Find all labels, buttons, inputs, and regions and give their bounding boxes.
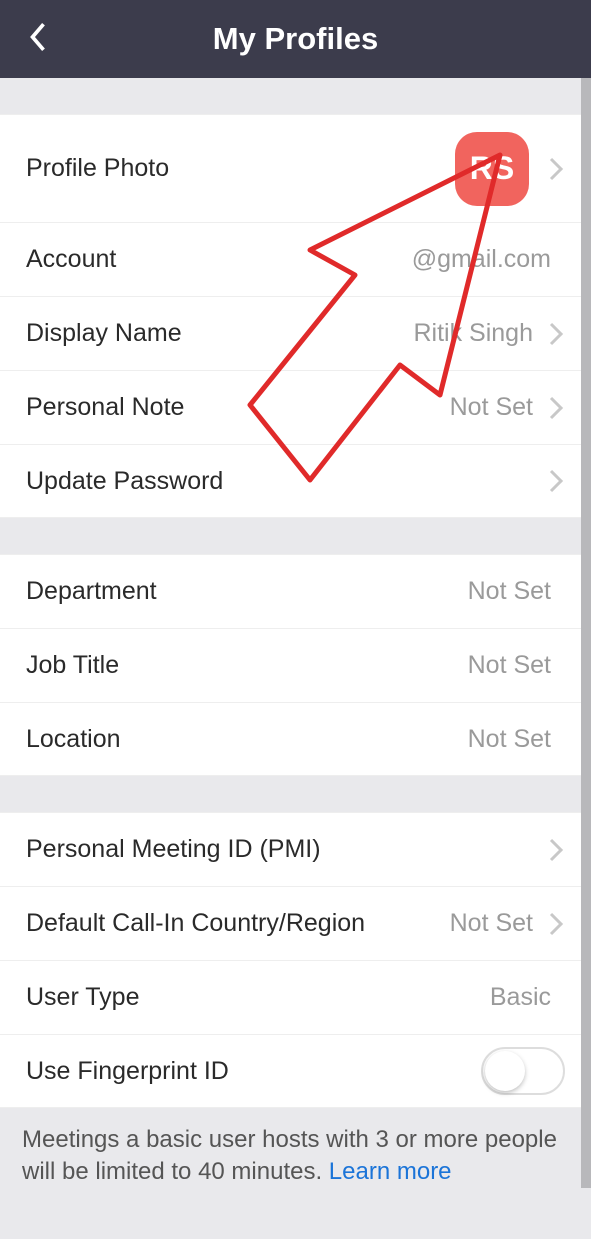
callin-value: Not Set	[450, 909, 533, 938]
page-title: My Profiles	[0, 21, 591, 57]
location-value: Not Set	[468, 725, 551, 754]
update-password-label: Update Password	[26, 467, 547, 496]
row-personal-note[interactable]: Personal Note Not Set	[0, 370, 591, 444]
callin-label: Default Call-In Country/Region	[26, 909, 450, 938]
row-location[interactable]: Location Not Set	[0, 702, 591, 776]
row-fingerprint: Use Fingerprint ID	[0, 1034, 591, 1108]
chevron-right-icon	[547, 910, 565, 938]
row-profile-photo[interactable]: Profile Photo RS	[0, 114, 591, 222]
back-button[interactable]	[8, 0, 68, 78]
job-title-value: Not Set	[468, 651, 551, 680]
fingerprint-label: Use Fingerprint ID	[26, 1057, 481, 1086]
user-type-value: Basic	[490, 983, 551, 1012]
personal-note-label: Personal Note	[26, 393, 450, 422]
row-user-type: User Type Basic	[0, 960, 591, 1034]
toggle-knob	[485, 1051, 525, 1091]
section-profile: Profile Photo RS Account @gmail.com Disp…	[0, 114, 591, 518]
personal-note-value: Not Set	[450, 393, 533, 422]
learn-more-link[interactable]: Learn more	[329, 1158, 452, 1185]
chevron-right-icon	[547, 155, 565, 183]
section-work: Department Not Set Job Title Not Set Loc…	[0, 554, 591, 776]
account-value: @gmail.com	[412, 245, 551, 274]
location-label: Location	[26, 725, 468, 754]
row-pmi[interactable]: Personal Meeting ID (PMI)	[0, 812, 591, 886]
chevron-right-icon	[547, 320, 565, 348]
department-value: Not Set	[468, 577, 551, 606]
footer-text: Meetings a basic user hosts with 3 or mo…	[22, 1126, 557, 1185]
row-department[interactable]: Department Not Set	[0, 554, 591, 628]
avatar-initials: RS	[470, 150, 514, 187]
row-default-callin[interactable]: Default Call-In Country/Region Not Set	[0, 886, 591, 960]
display-name-label: Display Name	[26, 319, 414, 348]
pmi-label: Personal Meeting ID (PMI)	[26, 835, 547, 864]
footer-note: Meetings a basic user hosts with 3 or mo…	[0, 1108, 591, 1217]
chevron-right-icon	[547, 836, 565, 864]
department-label: Department	[26, 577, 468, 606]
display-name-value: Ritik Singh	[414, 319, 534, 348]
row-job-title[interactable]: Job Title Not Set	[0, 628, 591, 702]
scrollbar[interactable]	[581, 78, 591, 1188]
row-update-password[interactable]: Update Password	[0, 444, 591, 518]
fingerprint-toggle[interactable]	[481, 1047, 565, 1095]
row-display-name[interactable]: Display Name Ritik Singh	[0, 296, 591, 370]
header-bar: My Profiles	[0, 0, 591, 78]
profile-photo-label: Profile Photo	[26, 154, 455, 183]
section-meeting: Personal Meeting ID (PMI) Default Call-I…	[0, 812, 591, 1108]
user-type-label: User Type	[26, 983, 490, 1012]
job-title-label: Job Title	[26, 651, 468, 680]
avatar: RS	[455, 132, 529, 206]
row-account[interactable]: Account @gmail.com	[0, 222, 591, 296]
chevron-right-icon	[547, 394, 565, 422]
chevron-right-icon	[547, 467, 565, 495]
chevron-left-icon	[27, 20, 49, 59]
account-label: Account	[26, 245, 412, 274]
